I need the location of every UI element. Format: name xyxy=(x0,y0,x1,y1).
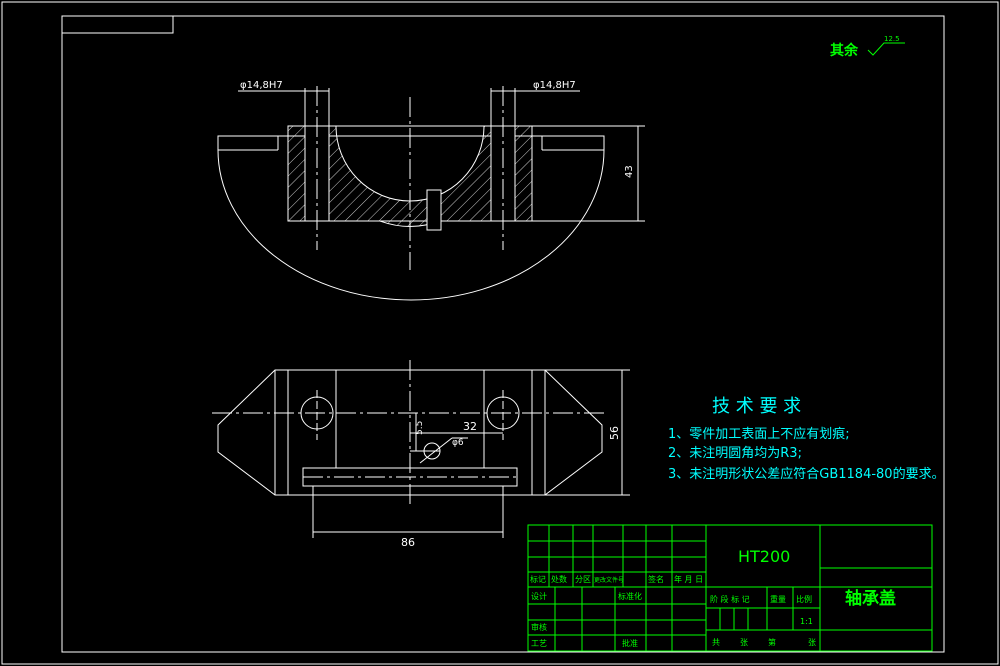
svg-text:第: 第 xyxy=(768,637,776,647)
svg-text:阶 段 标 记: 阶 段 标 记 xyxy=(710,594,750,604)
svg-text:分区: 分区 xyxy=(575,575,591,584)
plan-view xyxy=(212,360,630,538)
roughness-note: 其余 xyxy=(830,42,859,59)
part-name: 轴承盖 xyxy=(845,588,896,609)
dim-offset-32: 32 xyxy=(463,420,477,433)
svg-text:审核: 审核 xyxy=(531,622,547,632)
svg-text:标准化: 标准化 xyxy=(618,591,642,601)
meta-labels: 阶 段 标 记 重量 比例 1:1 共 张 第 张 xyxy=(710,594,816,647)
dim-small-hole: φ6 xyxy=(452,438,464,448)
svg-text:处数: 处数 xyxy=(551,574,567,584)
svg-text:签名: 签名 xyxy=(648,574,664,584)
svg-text:年 月 日: 年 月 日 xyxy=(674,574,703,584)
tech-req-title: 技 术 要 求 xyxy=(712,396,801,417)
change-row: 标记 处数 分区 更改文件号 签名 年 月 日 xyxy=(530,574,703,584)
svg-text:共: 共 xyxy=(712,638,720,647)
svg-text:更改文件号: 更改文件号 xyxy=(594,576,624,584)
dim-offset-55: 5.5 xyxy=(415,421,425,435)
svg-text:重量: 重量 xyxy=(770,594,786,604)
dim-width-86: 86 xyxy=(401,536,415,549)
dim-height-43: 43 xyxy=(624,165,635,178)
svg-text:比例: 比例 xyxy=(796,594,812,604)
roughness-symbol-icon: 12.5 xyxy=(867,35,905,56)
svg-text:1:1: 1:1 xyxy=(800,617,813,626)
svg-text:工艺: 工艺 xyxy=(531,639,547,648)
svg-text:标记: 标记 xyxy=(530,574,546,584)
cad-drawing: 其余 12.5 φ14,8H7 φ14,8H7 43 32 φ6 5.5 56 … xyxy=(1,1,999,665)
svg-text:张: 张 xyxy=(808,638,816,647)
dim-hole-right: φ14,8H7 xyxy=(533,80,576,91)
tech-req-item-2: 2、未注明圆角均为R3; xyxy=(668,446,802,461)
tech-req-item-1: 1、零件加工表面上不应有划痕; xyxy=(668,426,850,442)
material: HT200 xyxy=(738,547,790,566)
tech-req-item-3: 3、未注明形状公差应符合GB1184-80的要求。 xyxy=(668,466,945,482)
dim-height-56: 56 xyxy=(608,426,621,440)
svg-text:12.5: 12.5 xyxy=(884,35,900,43)
svg-text:张: 张 xyxy=(740,638,748,647)
title-block xyxy=(527,524,933,652)
outer-frame xyxy=(1,1,999,665)
svg-text:批准: 批准 xyxy=(622,638,638,648)
dim-hole-left: φ14,8H7 xyxy=(240,80,283,91)
section-view xyxy=(217,86,645,301)
corner-box xyxy=(61,15,174,34)
svg-text:设计: 设计 xyxy=(531,591,547,601)
